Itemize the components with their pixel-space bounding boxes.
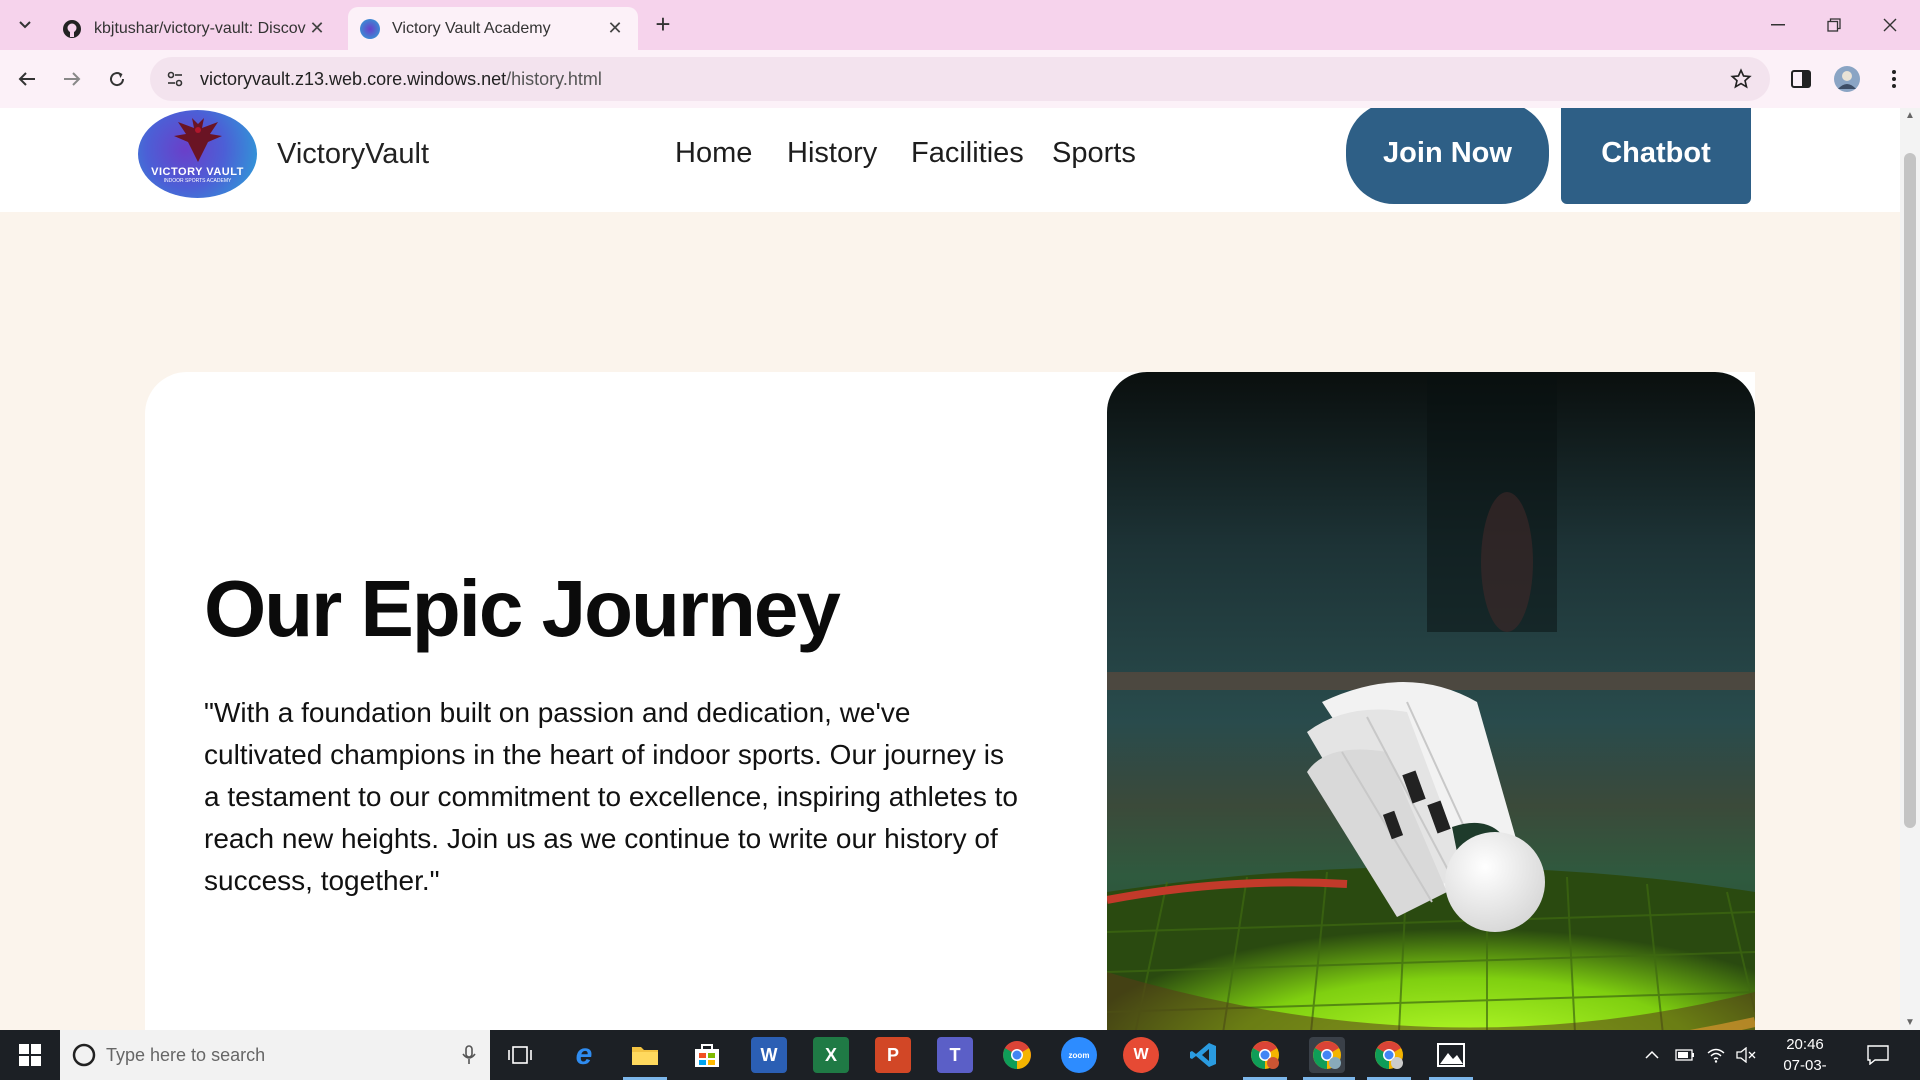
forward-button[interactable] [55,62,89,96]
logo-title: VICTORY VAULT [151,166,244,178]
notifications-button[interactable] [1867,1030,1889,1080]
site-logo[interactable]: VICTORY VAULT INDOOR SPORTS ACADEMY [138,110,257,198]
site-favicon-icon [360,18,380,39]
close-icon[interactable]: ✕ [306,18,328,39]
tab-title: Victory Vault Academy [392,19,551,37]
teams-icon[interactable]: T [937,1037,973,1073]
scroll-up-arrow-icon[interactable]: ▲ [1905,110,1915,121]
side-panel-button[interactable] [1785,63,1817,95]
url-host: victoryvault.z13.web.core.windows.net [200,68,507,89]
taskbar-search-box[interactable]: Type here to search [60,1030,490,1080]
chrome-profile-3-icon[interactable] [1371,1037,1407,1073]
phoenix-logo-icon [174,118,222,162]
battery-icon[interactable] [1675,1030,1695,1080]
close-window-button[interactable] [1862,0,1918,50]
close-icon[interactable]: ✕ [604,18,626,39]
more-vertical-icon [1892,70,1896,88]
shuttlecock-image [1107,372,1755,1030]
address-bar[interactable]: victoryvault.z13.web.core.windows.net/hi… [150,57,1770,101]
chrome-profile-2-icon[interactable] [1309,1037,1345,1073]
edge-icon[interactable]: e [566,1037,602,1073]
chrome-profile-s-icon[interactable] [1247,1037,1283,1073]
tab-search-button[interactable] [8,11,42,39]
chevron-down-icon [19,21,31,29]
chevron-up-icon [1645,1050,1659,1059]
microphone-icon[interactable] [462,1045,476,1065]
powerpoint-icon[interactable]: P [875,1037,911,1073]
vscode-icon[interactable] [1185,1037,1221,1073]
tab-github[interactable]: kbjtushar/victory-vault: Discove ✕ [50,7,340,50]
notification-icon [1867,1045,1889,1065]
logo-subtitle: INDOOR SPORTS ACADEMY [163,178,232,184]
join-now-button[interactable]: Join Now [1346,108,1549,204]
start-button[interactable] [0,1030,60,1080]
brand-name[interactable]: VictoryVault [277,138,429,171]
task-view-icon[interactable] [502,1037,538,1073]
browser-toolbar: victoryvault.z13.web.core.windows.net/hi… [0,50,1920,108]
tab-victory-vault[interactable]: Victory Vault Academy ✕ [348,7,638,50]
history-paragraph: "With a foundation built on passion and … [204,697,1018,896]
back-button[interactable] [10,62,44,96]
system-clock[interactable]: 20:46 07-03-2024 [1768,1034,1842,1080]
nav-sports[interactable]: Sports [1052,137,1136,170]
photos-icon[interactable] [1433,1037,1469,1073]
url-path: /history.html [506,68,602,89]
store-icon[interactable] [689,1037,725,1073]
chrome-icon[interactable] [999,1037,1035,1073]
clock-date: 07-03-2024 [1783,1057,1827,1080]
nav-facilities[interactable]: Facilities [911,137,1024,170]
new-tab-button[interactable]: + [650,11,676,38]
bookmark-star-icon[interactable] [1730,68,1752,95]
wifi-icon[interactable] [1707,1030,1725,1080]
profile-avatar[interactable] [1831,63,1863,95]
word-icon[interactable]: W [751,1037,787,1073]
url-text: victoryvault.z13.web.core.windows.net/hi… [200,69,602,90]
page-title: Our Epic Journey [204,564,841,653]
volume-muted-icon[interactable] [1736,1030,1756,1080]
clock-time: 20:46 [1786,1036,1824,1053]
windows-taskbar: Type here to search e W X P T zoom W 20:… [0,1030,1920,1080]
site-info-icon[interactable] [166,70,188,88]
file-explorer-icon[interactable] [627,1037,663,1073]
arrow-right-icon [64,72,81,86]
reload-icon [110,72,125,87]
shuttlecock-on-racket-illustration [1107,372,1755,1030]
restore-button[interactable] [1806,0,1862,50]
reload-button[interactable] [100,62,134,96]
avatar-icon [1834,66,1860,92]
side-panel-icon [1791,70,1811,88]
page-scrollbar[interactable]: ▲ ▼ [1900,108,1920,1030]
browser-menu-button[interactable] [1878,63,1910,95]
github-icon [62,19,82,39]
zoom-icon[interactable]: zoom [1061,1037,1097,1073]
browser-tab-strip: kbjtushar/victory-vault: Discove ✕ Victo… [0,0,1920,50]
windows-logo-icon [19,1044,41,1066]
wps-office-icon[interactable]: W [1123,1037,1159,1073]
scroll-down-arrow-icon[interactable]: ▼ [1905,1017,1915,1028]
restore-icon [1827,18,1841,32]
show-hidden-icons[interactable] [1645,1030,1659,1080]
tab-title: kbjtushar/victory-vault: Discove [94,19,306,37]
close-icon [1883,18,1897,32]
scroll-thumb[interactable] [1904,153,1916,828]
page-viewport: VICTORY VAULT INDOOR SPORTS ACADEMY Vict… [0,108,1900,1030]
excel-icon[interactable]: X [813,1037,849,1073]
minimize-button[interactable] [1750,0,1806,50]
minimize-icon [1771,24,1785,26]
nav-home[interactable]: Home [675,137,752,170]
cortana-circle-icon [72,1043,96,1067]
search-placeholder: Type here to search [106,1044,266,1065]
chatbot-button[interactable]: Chatbot [1561,108,1751,204]
arrow-left-icon [18,72,35,86]
nav-history[interactable]: History [787,137,877,170]
